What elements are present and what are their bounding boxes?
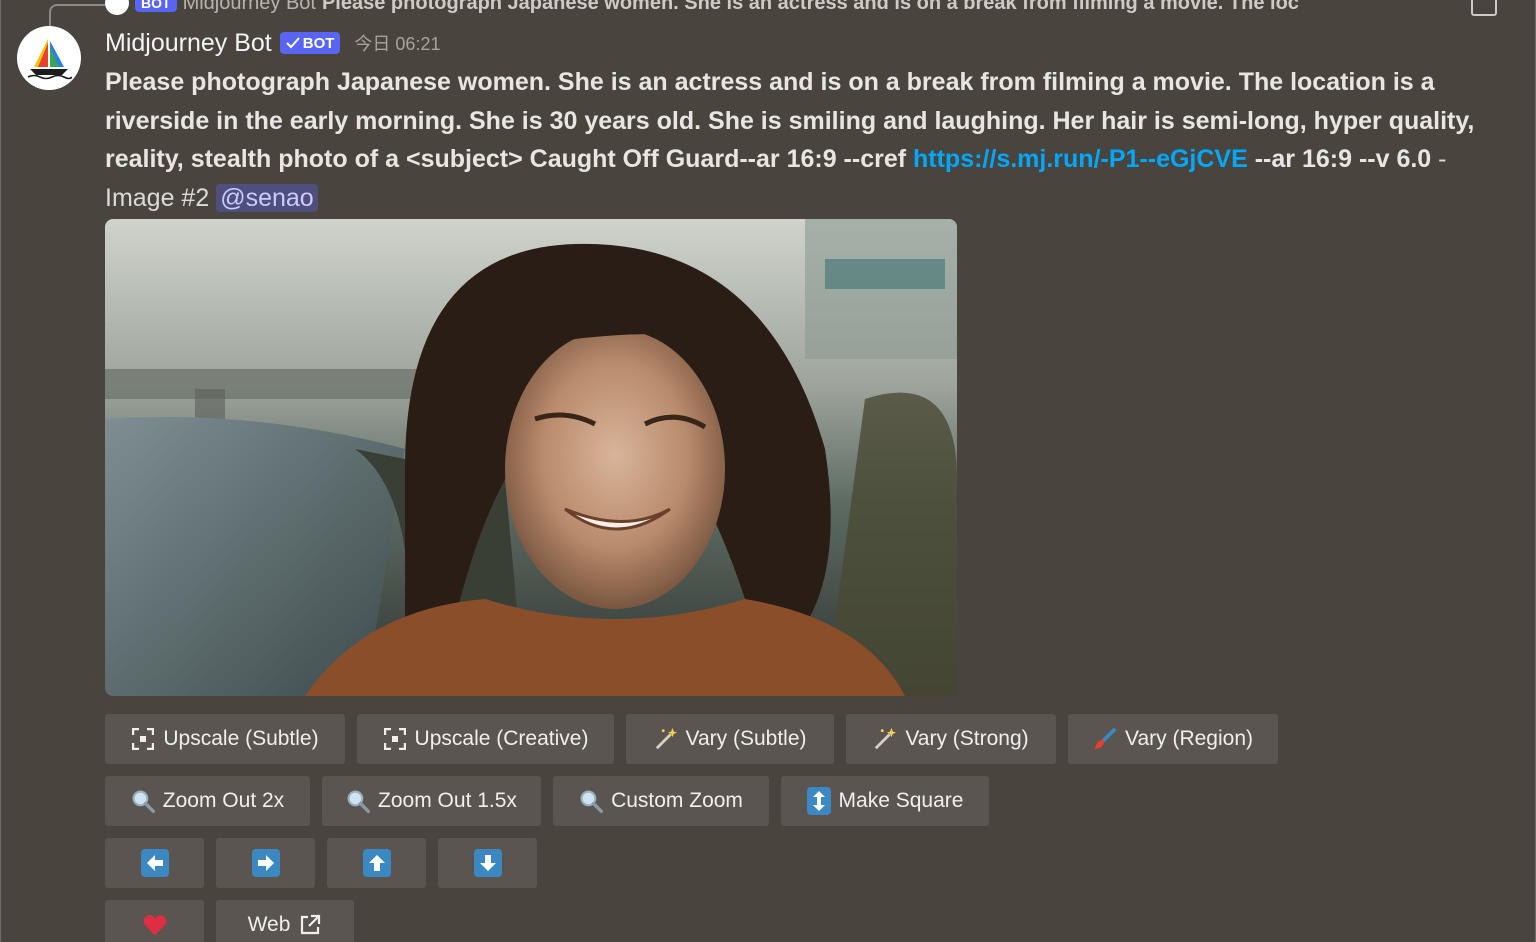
upscale-subtle-button[interactable]: Upscale (Subtle)	[105, 714, 345, 764]
arrow-left-icon	[140, 849, 169, 877]
user-mention[interactable]: @senao	[216, 183, 318, 212]
message-content: Please photograph Japanese women. She is…	[105, 63, 1485, 217]
avatar[interactable]	[17, 26, 81, 90]
prompt-tail: --ar 16:9 --v 6.0	[1247, 145, 1432, 173]
pan-left-button[interactable]	[105, 838, 204, 888]
reply-author[interactable]: Midjourney Bot	[183, 0, 316, 15]
pan-right-button[interactable]	[216, 838, 315, 888]
zoom-out-2x-button[interactable]: Zoom Out 2x	[105, 776, 310, 826]
checkmark-icon	[286, 37, 300, 49]
up-down-arrow-icon	[806, 787, 831, 815]
arrow-right-icon	[251, 849, 280, 877]
author-name[interactable]: Midjourney Bot	[105, 29, 272, 58]
bot-badge-label: BOT	[302, 34, 335, 52]
favorite-button[interactable]	[105, 900, 204, 942]
timestamp[interactable]: 今日 06:21	[354, 30, 440, 56]
vary-subtle-button[interactable]: Vary (Subtle)	[626, 714, 834, 764]
sailboat-logo-icon	[27, 39, 72, 80]
reply-text[interactable]: Please photograph Japanese women. She is…	[322, 0, 1299, 15]
button-label: Make Square	[838, 789, 964, 812]
custom-zoom-button[interactable]: Custom Zoom	[553, 776, 769, 826]
arrow-up-icon	[362, 849, 391, 877]
button-label: Zoom Out 2x	[162, 789, 285, 812]
button-label: Vary (Region)	[1125, 727, 1253, 750]
reply-bot-tag: BOT	[135, 0, 177, 12]
button-label: Upscale (Subtle)	[163, 727, 319, 750]
button-label: Upscale (Creative)	[414, 727, 589, 750]
upscale-creative-button[interactable]: Upscale (Creative)	[357, 714, 614, 764]
zoom-out-1-5x-button[interactable]: Zoom Out 1.5x	[322, 776, 541, 826]
vary-region-button[interactable]: Vary (Region)	[1068, 714, 1278, 764]
reply-connector	[49, 4, 105, 26]
magic-wand-icon	[873, 727, 897, 751]
portrait-photo	[105, 219, 957, 696]
web-link-button[interactable]: Web	[216, 900, 354, 942]
button-label: Custom Zoom	[611, 789, 743, 812]
action-row-1: Upscale (Subtle) Upscale (Creative) Vary…	[105, 714, 1278, 764]
expand-icon	[131, 727, 155, 751]
button-label: Zoom Out 1.5x	[378, 789, 517, 812]
chat-window: BOT Midjourney Bot Please photograph Jap…	[0, 0, 1536, 942]
action-row-3	[105, 838, 537, 888]
magic-wand-icon	[654, 727, 678, 751]
make-square-button[interactable]: Make Square	[781, 776, 989, 826]
action-row-2: Zoom Out 2x Zoom Out 1.5x Custom Zoom Ma…	[105, 776, 989, 826]
image-attachment-icon	[1471, 0, 1497, 16]
message-header: Midjourney Bot BOT 今日 06:21	[105, 26, 440, 60]
magnifier-icon	[131, 789, 155, 813]
magnifier-icon	[579, 789, 604, 813]
pan-up-button[interactable]	[327, 838, 426, 888]
paintbrush-icon	[1093, 727, 1117, 751]
magnifier-icon	[346, 789, 371, 813]
reply-reference[interactable]: BOT Midjourney Bot Please photograph Jap…	[105, 0, 1495, 16]
action-row-4: Web	[105, 900, 354, 942]
vary-strong-button[interactable]: Vary (Strong)	[846, 714, 1056, 764]
cref-link[interactable]: https://s.mj.run/-P1--eGjCVE	[913, 145, 1248, 173]
arrow-down-icon	[473, 849, 502, 877]
heart-icon	[143, 913, 167, 937]
button-label: Web	[247, 913, 291, 936]
button-label: Vary (Strong)	[905, 727, 1029, 750]
reply-avatar	[105, 0, 129, 15]
pan-down-button[interactable]	[438, 838, 537, 888]
button-label: Vary (Subtle)	[685, 727, 807, 750]
external-link-icon	[298, 913, 322, 937]
expand-icon	[383, 727, 407, 751]
generated-image[interactable]	[105, 219, 957, 696]
bot-badge: BOT	[279, 32, 341, 54]
